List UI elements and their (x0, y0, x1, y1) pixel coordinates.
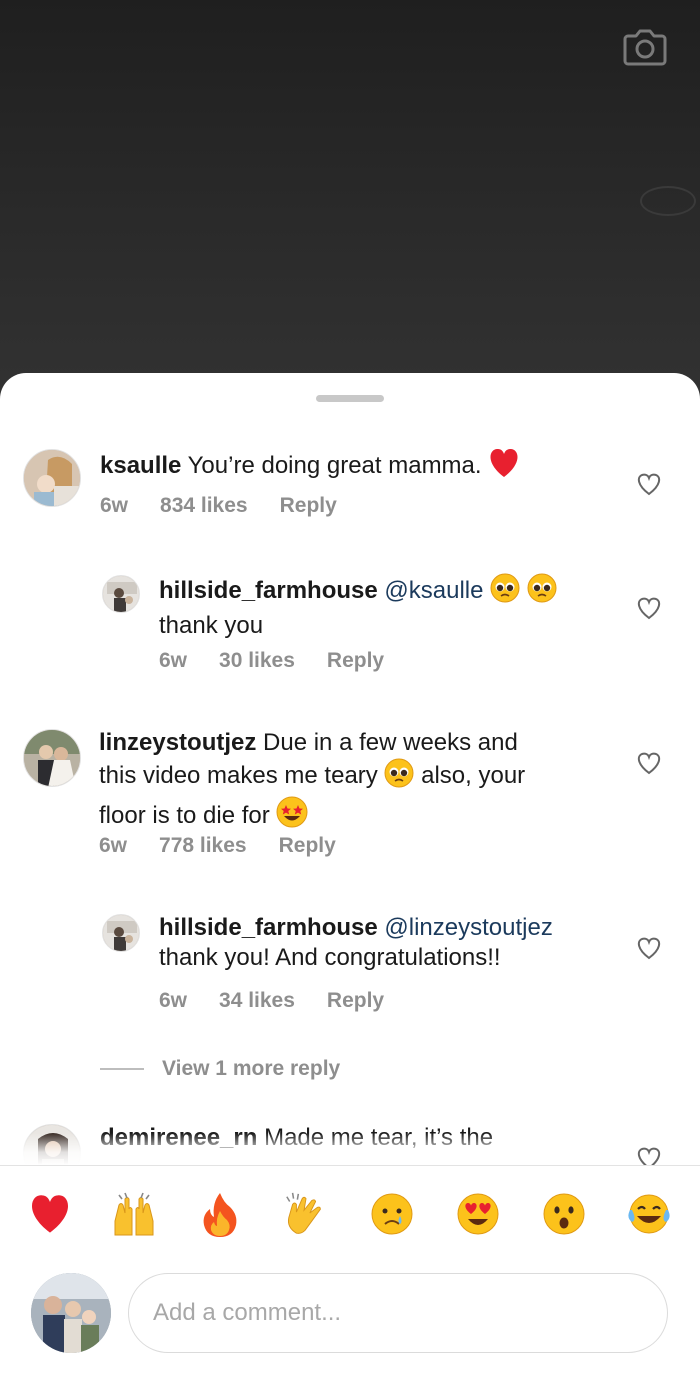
comment-meta: 6w 834 likes Reply (100, 494, 337, 518)
comment-username[interactable]: hillside_farmhouse (159, 577, 378, 604)
reply-button[interactable]: Reply (279, 834, 336, 858)
comment-likes[interactable]: 34 likes (219, 989, 295, 1013)
view-more-label[interactable]: View 1 more reply (162, 1057, 340, 1081)
divider (0, 1165, 700, 1166)
mention-link[interactable]: @linzeystoutjez (384, 914, 552, 941)
comment-likes[interactable]: 778 likes (159, 834, 247, 858)
comment-body: floor is to die for (99, 802, 270, 829)
comment-composer (0, 1271, 700, 1371)
like-heart-icon[interactable] (636, 1146, 662, 1165)
comments-list[interactable]: ksaulle You’re doing great mamma. 6w 834… (0, 373, 700, 1165)
comment-meta: 6w 34 likes Reply (159, 989, 384, 1013)
comment-meta: 6w 30 likes Reply (159, 649, 384, 673)
comment-likes[interactable]: 30 likes (219, 649, 295, 673)
like-heart-icon[interactable] (636, 751, 662, 775)
scroll-fade (0, 1133, 620, 1165)
like-heart-icon[interactable] (636, 596, 662, 620)
view-more-replies[interactable]: View 1 more reply (100, 1057, 340, 1081)
avatar[interactable] (23, 449, 81, 507)
mention-link[interactable]: @ksaulle (384, 577, 483, 604)
comment-body: thank you! And congratulations!! (159, 944, 501, 971)
comment-time: 6w (159, 649, 188, 672)
comment-time: 6w (100, 494, 129, 517)
raised-hands-icon[interactable] (111, 1191, 157, 1237)
comment-likes[interactable]: 834 likes (160, 494, 248, 518)
avatar[interactable] (102, 914, 140, 952)
heart-eyes-icon[interactable] (455, 1191, 501, 1237)
avatar[interactable] (102, 575, 140, 613)
comment-time: 6w (99, 834, 128, 857)
red-heart-icon[interactable] (27, 1191, 73, 1237)
camera-icon (623, 29, 667, 66)
comment-body: thank you (159, 612, 264, 639)
pleading-face-icon (384, 758, 414, 796)
comment-body: Due in a few weeks and (263, 729, 518, 756)
pleading-face-icon (490, 573, 520, 611)
fire-icon[interactable] (197, 1191, 243, 1237)
divider-line (100, 1068, 144, 1070)
comment-input[interactable] (151, 1274, 645, 1352)
pleading-face-icon (527, 573, 557, 611)
comment-username[interactable]: ksaulle (100, 452, 181, 479)
quick-reactions-bar (0, 1173, 700, 1259)
like-heart-icon[interactable] (636, 936, 662, 960)
comment-time: 6w (159, 989, 188, 1012)
comment-body: You’re doing great mamma. (187, 452, 482, 479)
reply-button[interactable]: Reply (280, 494, 337, 518)
comment-text: hillside_farmhouse @linzeystoutjez thank… (159, 913, 619, 973)
video-background (0, 0, 700, 400)
comments-sheet: ksaulle You’re doing great mamma. 6w 834… (0, 373, 700, 1392)
comment-meta: 6w 778 likes Reply (99, 834, 336, 858)
tears-of-joy-icon[interactable] (626, 1191, 672, 1237)
comment-text: linzeystoutjez Due in a few weeks and th… (99, 728, 619, 836)
red-heart-icon (488, 448, 520, 486)
comment-username[interactable]: hillside_farmhouse (159, 914, 378, 941)
comment-text: hillside_farmhouse @ksaulle thank you (159, 573, 609, 641)
crying-face-icon[interactable] (369, 1191, 415, 1237)
comment-text: ksaulle You’re doing great mamma. (100, 448, 600, 486)
like-heart-icon[interactable] (636, 472, 662, 496)
comment-body: also, your (421, 762, 526, 789)
clapping-hands-icon[interactable] (283, 1191, 329, 1237)
surprised-face-icon[interactable] (541, 1191, 587, 1237)
comment-body: this video makes me teary (99, 762, 378, 789)
camera-button[interactable] (620, 22, 670, 72)
reply-button[interactable]: Reply (327, 989, 384, 1013)
comment-username[interactable]: linzeystoutjez (99, 729, 256, 756)
video-decoration (640, 186, 696, 216)
current-user-avatar[interactable] (31, 1273, 111, 1353)
comment-input-container (128, 1273, 668, 1353)
avatar[interactable] (23, 729, 81, 787)
star-struck-icon (276, 796, 308, 836)
reply-button[interactable]: Reply (327, 649, 384, 673)
